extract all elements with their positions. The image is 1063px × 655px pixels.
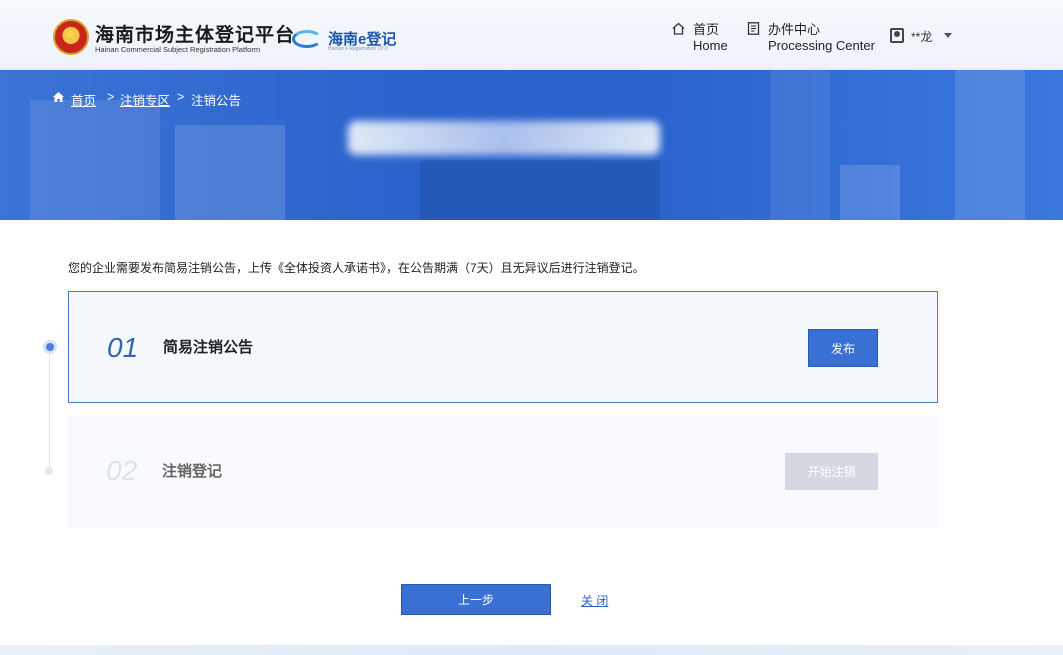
e-registration-logo-subtitle: Hainan e Registration V2.0 xyxy=(328,46,388,52)
national-emblem-icon xyxy=(53,19,89,55)
banner-building xyxy=(30,100,160,220)
start-cancellation-button: 开始注销 xyxy=(785,453,878,490)
banner-building xyxy=(770,70,830,220)
top-header: 海南市场主体登记平台 Hainan Commercial Subject Reg… xyxy=(0,0,1063,70)
banner-building xyxy=(175,125,285,220)
breadcrumb-cancellation-zone-link[interactable]: 注销专区 xyxy=(120,90,170,109)
home-icon xyxy=(53,92,64,102)
previous-step-button[interactable]: 上一步 xyxy=(401,584,551,615)
breadcrumb-separator: > xyxy=(177,90,185,104)
footer-strip xyxy=(0,645,1063,655)
breadcrumb-current: 注销公告 xyxy=(191,94,242,108)
step-number: 02 xyxy=(106,455,138,486)
step-card-simple-cancellation-notice: 01 简易注销公告 发布 xyxy=(68,291,938,403)
close-link[interactable]: 关 闭 xyxy=(581,592,608,609)
step-title: 简易注销公告 xyxy=(163,339,254,356)
step-2-indicator xyxy=(45,467,53,475)
platform-subtitle: Hainan Commercial Subject Registration P… xyxy=(95,45,261,54)
e-registration-logo-icon xyxy=(292,30,322,48)
notice-text: 您的企业需要发布简易注销公告，上传《全体投资人承诺书》，在公告期满（7天）且无异… xyxy=(68,261,645,275)
banner-building xyxy=(840,165,900,220)
nav-processing-label-en: Processing Center xyxy=(768,38,875,53)
blurred-company-name xyxy=(348,121,660,155)
user-name: **龙 xyxy=(911,30,933,44)
platform-title[interactable]: 海南市场主体登记平台 xyxy=(95,20,295,47)
document-icon xyxy=(747,22,760,35)
nav-processing-label: 办件中心 xyxy=(768,22,821,37)
hero-banner: 首页 > 注销专区 > 注销公告 xyxy=(0,70,1063,220)
home-icon xyxy=(672,22,685,35)
nav-home-label-en: Home xyxy=(693,38,728,53)
publish-button[interactable]: 发布 xyxy=(808,329,878,367)
breadcrumb-home-link[interactable]: 首页 xyxy=(71,90,96,109)
user-avatar-icon xyxy=(890,28,904,43)
step-title: 注销登记 xyxy=(162,463,223,480)
banner-building xyxy=(955,70,1025,220)
nav-home-label: 首页 xyxy=(693,22,720,37)
step-timeline-line xyxy=(49,352,50,470)
chevron-down-icon xyxy=(944,33,952,38)
breadcrumb-separator: > xyxy=(107,90,115,104)
banner-building xyxy=(420,160,660,220)
step-1-indicator xyxy=(43,340,57,354)
step-number: 01 xyxy=(107,332,139,363)
step-card-cancellation-registration: 02 注销登记 开始注销 xyxy=(68,416,938,528)
